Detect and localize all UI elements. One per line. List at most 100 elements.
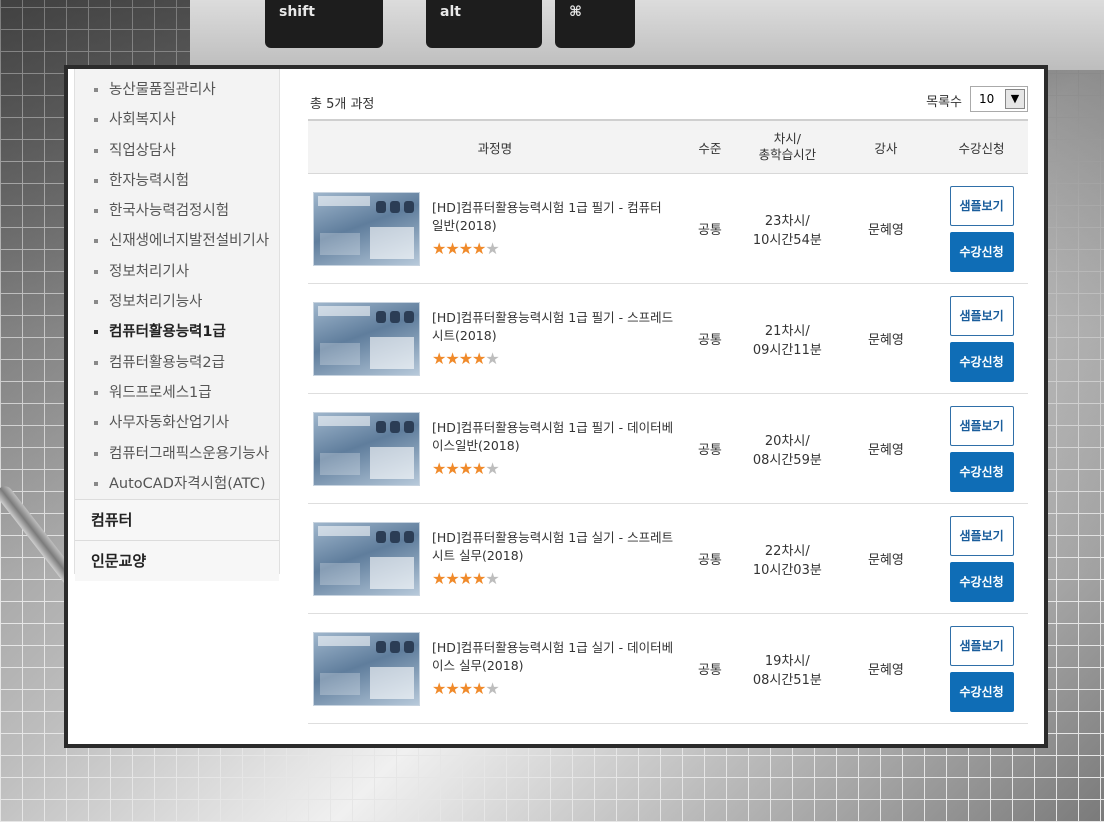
course-title[interactable]: [HD]컴퓨터활용능력시험 1급 실기 - 데이터베이스 실무(2018) (432, 639, 677, 675)
thumb-figure (390, 640, 400, 653)
course-list: 총 5개 과정 목록수 10 ▼ 과정명 수준 차시/ 총학습시간 강사 수강신… (308, 69, 1028, 724)
thumb-figure (376, 530, 386, 543)
thumb-figure (404, 530, 414, 543)
sample-button[interactable]: 샘플보기 (949, 625, 1014, 666)
course-text: [HD]컴퓨터활용능력시험 1급 필기 - 데이터베이스일반(2018) ★★★★… (432, 419, 677, 478)
enroll-button[interactable]: 수강신청 (949, 671, 1014, 712)
star-icon: ★ (472, 349, 486, 368)
star-icon: ★ (445, 569, 459, 588)
star-icon: ★ (432, 239, 446, 258)
course-thumbnail[interactable] (313, 521, 420, 596)
sidebar-item[interactable]: AutoCAD자격시험(ATC) (75, 469, 279, 499)
total-count: 총 5개 과정 (310, 97, 375, 112)
sidebar-item[interactable]: 한국사능력검정시험 (75, 196, 279, 226)
enroll-button[interactable]: 수강신청 (949, 451, 1014, 492)
course-cell: [HD]컴퓨터활용능력시험 1급 실기 - 데이터베이스 실무(2018) ★★★… (308, 613, 682, 724)
bullet-icon (94, 451, 98, 456)
star-icon: ★ (432, 349, 446, 368)
category-sidebar: 농산물품질관리사사회복지사직업상담사 한자능력시험 한국사능력검정시험 신재생에너지발… (74, 69, 280, 582)
course-teacher: 문혜영 (836, 393, 936, 504)
sidebar-item[interactable]: 사회복지사 (75, 105, 279, 135)
thumb-graphic (320, 232, 360, 255)
category-humanities[interactable]: 인문교양 (75, 540, 279, 582)
sidebar-item-label: 정보처리기능사 (109, 294, 203, 311)
sidebar-item[interactable]: 한자능력시험 (75, 166, 279, 196)
enroll-button[interactable]: 수강신청 (949, 561, 1014, 602)
bullet-icon (94, 209, 98, 214)
sidebar-item-label: 워드프로세스1급 (109, 384, 212, 401)
thumb-figure (376, 420, 386, 433)
bullet-icon (94, 481, 98, 486)
course-title[interactable]: [HD]컴퓨터활용능력시험 1급 필기 - 데이터베이스일반(2018) (432, 419, 677, 455)
sidebar-item-label: 정보처리기사 (109, 263, 190, 280)
star-icon: ★ (445, 679, 459, 698)
thumb-text-box (370, 446, 414, 479)
star-icon: ★ (432, 679, 446, 698)
star-rating: ★★★★★ (432, 679, 677, 698)
star-icon: ★ (472, 569, 486, 588)
page-size-select[interactable]: 10 ▼ (970, 86, 1028, 112)
course-thumbnail[interactable] (313, 191, 420, 266)
course-sessions: 19차시/ (764, 653, 810, 669)
sidebar-item-label: 사회복지사 (109, 112, 176, 129)
course-thumbnail[interactable] (313, 631, 420, 706)
star-icon: ★ (432, 569, 446, 588)
course-level: 공통 (681, 503, 739, 614)
page-size-value: 10 (979, 92, 995, 106)
star-icon: ★ (472, 459, 486, 478)
course-sessions-cell: 20차시/08시간59분 (738, 393, 837, 504)
sidebar-item[interactable]: 컴퓨터활용능력1급 (75, 317, 279, 347)
course-title[interactable]: [HD]컴퓨터활용능력시험 1급 필기 - 컴퓨터 일반(2018) (432, 199, 677, 235)
course-info: [HD]컴퓨터활용능력시험 1급 실기 - 스프레트시트 실무(2018) ★★★… (308, 521, 682, 596)
sidebar-item[interactable]: 직업상담사 (75, 136, 279, 166)
key-cmd: ⌘ (555, 0, 635, 48)
category-computer[interactable]: 컴퓨터 (75, 499, 279, 541)
bullet-icon (94, 330, 98, 335)
enroll-button[interactable]: 수강신청 (949, 341, 1014, 382)
key-alt: alt (426, 0, 542, 48)
sample-button[interactable]: 샘플보기 (949, 185, 1014, 226)
star-icon: ★ (472, 239, 486, 258)
sidebar-item[interactable]: 컴퓨터활용능력2급 (75, 348, 279, 378)
star-half-icon: ★ (485, 459, 499, 478)
course-duration: 09시간11분 (752, 342, 822, 358)
course-title[interactable]: [HD]컴퓨터활용능력시험 1급 실기 - 스프레트시트 실무(2018) (432, 529, 677, 565)
thumb-figure (404, 200, 414, 213)
sidebar-item[interactable]: 정보처리기능사 (75, 287, 279, 317)
col-teacher: 강사 (836, 119, 936, 174)
course-actions: 샘플보기수강신청 (935, 613, 1028, 724)
star-rating: ★★★★★ (432, 459, 677, 478)
bullet-icon (94, 118, 98, 123)
star-icon: ★ (445, 459, 459, 478)
course-thumbnail[interactable] (313, 411, 420, 486)
sidebar-item[interactable]: 워드프로세스1급 (75, 378, 279, 408)
key-shift-label: shift (279, 4, 315, 20)
sidebar-item[interactable]: 정보처리기사 (75, 257, 279, 287)
thumb-text-box (370, 556, 414, 589)
course-text: [HD]컴퓨터활용능력시험 1급 실기 - 스프레트시트 실무(2018) ★★★… (432, 529, 677, 588)
key-cmd-label: ⌘ (569, 4, 582, 20)
sample-button[interactable]: 샘플보기 (949, 515, 1014, 556)
thumb-figure (390, 310, 400, 323)
course-duration: 10시간03분 (752, 562, 822, 578)
enroll-button[interactable]: 수강신청 (949, 231, 1014, 272)
course-sessions-cell: 21차시/09시간11분 (738, 283, 837, 394)
sample-button[interactable]: 샘플보기 (949, 295, 1014, 336)
sidebar-item-label: 컴퓨터활용능력2급 (109, 354, 225, 371)
sidebar-item[interactable]: 사무자동화산업기사 (75, 408, 279, 438)
sidebar-item[interactable]: 농산물품질관리사 (75, 75, 279, 105)
thumb-figure (404, 310, 414, 323)
course-text: [HD]컴퓨터활용능력시험 1급 필기 - 컴퓨터 일반(2018) ★★★★★ (432, 199, 677, 258)
course-sessions: 20차시/ (764, 433, 810, 449)
course-level: 공통 (681, 393, 739, 504)
sample-button[interactable]: 샘플보기 (949, 405, 1014, 446)
sidebar-item[interactable]: 컴퓨터그래픽스운용기능사 (75, 439, 279, 469)
chevron-down-icon[interactable]: ▼ (1005, 89, 1025, 109)
star-half-icon: ★ (485, 569, 499, 588)
thumb-graphic (320, 562, 360, 585)
course-thumbnail[interactable] (313, 301, 420, 376)
table-row: [HD]컴퓨터활용능력시험 1급 필기 - 데이터베이스일반(2018) ★★★★… (308, 393, 1028, 504)
course-title[interactable]: [HD]컴퓨터활용능력시험 1급 필기 - 스프레드시트(2018) (432, 309, 677, 345)
thumb-text-box (370, 226, 414, 259)
sidebar-item[interactable]: 신재생에너지발전설비기사 (75, 226, 279, 256)
